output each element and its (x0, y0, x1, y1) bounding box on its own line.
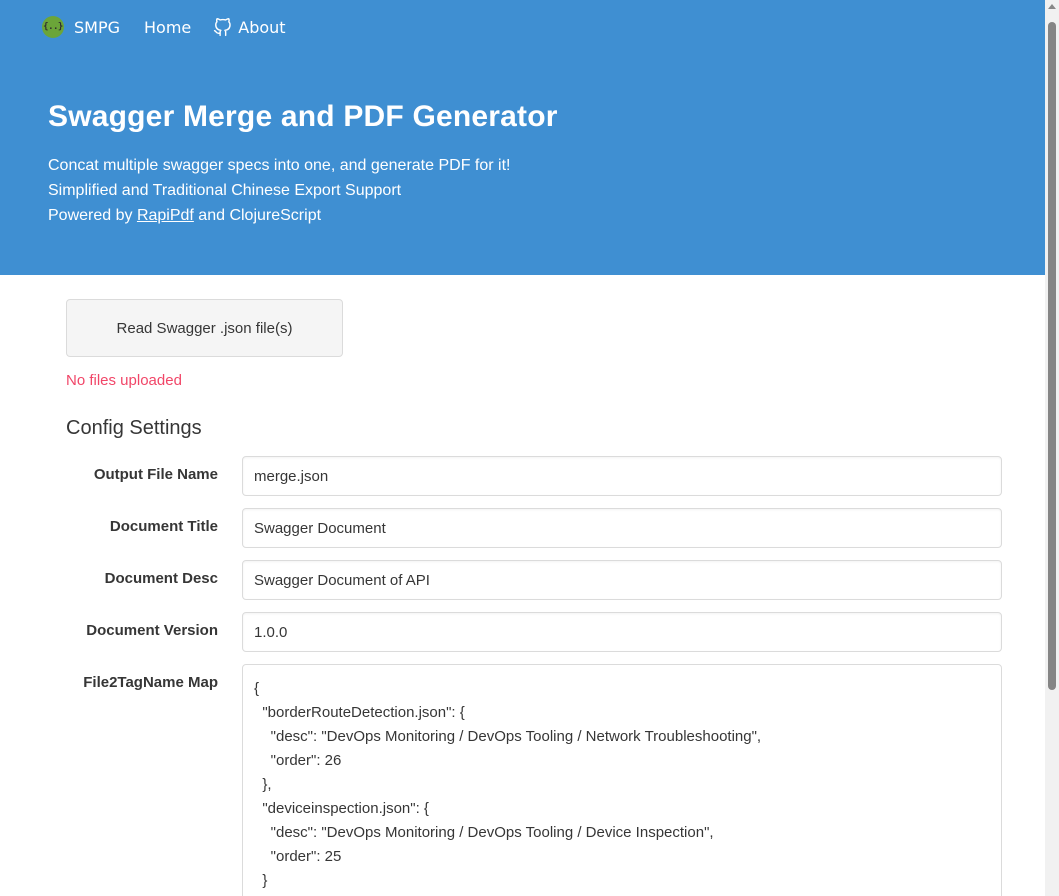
document-desc-label: Document Desc (104, 570, 218, 587)
powered-by-text: Powered by (48, 207, 137, 224)
hero-subtitle-line1: Concat multiple swagger specs into one, … (48, 157, 511, 174)
nav-about-link[interactable]: About (213, 17, 286, 37)
document-title-label: Document Title (109, 518, 218, 535)
github-icon (213, 17, 232, 37)
hero-banner: {..} SMPG Home About Swagger Merge and P… (0, 0, 1045, 275)
file2tagname-map-label: File2TagName Map (83, 674, 218, 691)
file2tagname-map-textarea[interactable]: { "borderRouteDetection.json": { "desc":… (242, 664, 1002, 896)
document-title-input[interactable] (242, 508, 1002, 548)
document-version-label: Document Version (86, 622, 218, 639)
scroll-up-arrow-icon[interactable] (1048, 4, 1056, 9)
navbar: {..} SMPG Home About (42, 14, 286, 40)
brand-label: SMPG (74, 17, 121, 37)
upload-status: No files uploaded (66, 372, 182, 389)
rapipdf-link[interactable]: RapiPdf (137, 207, 194, 224)
output-file-name-input[interactable] (242, 456, 1002, 496)
document-version-input[interactable] (242, 612, 1002, 652)
config-settings-heading: Config Settings (66, 417, 202, 439)
swagger-logo-icon: {..} (42, 16, 64, 38)
hero-subtitle-line2: Simplified and Traditional Chinese Expor… (48, 182, 402, 199)
document-desc-input[interactable] (242, 560, 1002, 600)
read-swagger-files-button[interactable]: Read Swagger .json file(s) (66, 299, 343, 357)
page-title: Swagger Merge and PDF Generator (48, 100, 558, 133)
nav-about-label: About (238, 17, 286, 37)
scrollbar-thumb[interactable] (1048, 22, 1056, 690)
output-file-name-label: Output File Name (93, 466, 218, 483)
nav-home-link[interactable]: Home (144, 18, 191, 37)
page-scrollbar[interactable] (1045, 0, 1059, 896)
brand-link[interactable]: {..} SMPG (42, 16, 120, 38)
clojurescript-text: and ClojureScript (193, 207, 322, 224)
hero-subtitle-line3: Powered by RapiPdf and ClojureScript (48, 207, 321, 225)
